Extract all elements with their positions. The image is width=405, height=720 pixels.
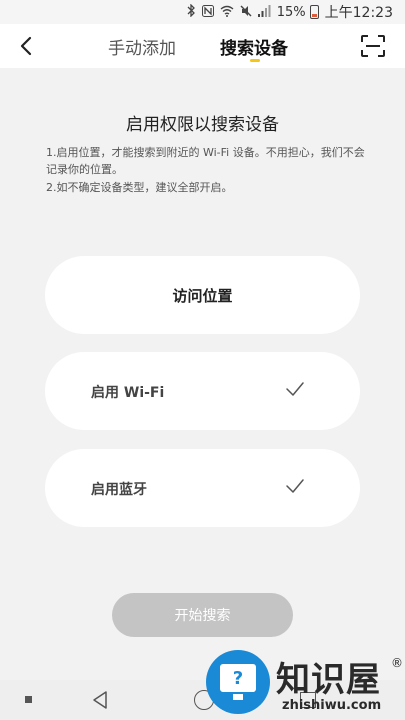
battery-icon <box>309 5 319 19</box>
registered-mark: ® <box>391 656 403 670</box>
active-tab-indicator <box>250 59 260 62</box>
mute-icon <box>240 5 252 20</box>
watermark-text: 知识屋 <box>276 660 381 700</box>
enable-bluetooth-label: 启用蓝牙 <box>91 482 147 498</box>
scan-button[interactable] <box>360 34 386 58</box>
back-button[interactable] <box>12 32 40 60</box>
wifi-icon <box>220 5 234 20</box>
nfc-icon <box>201 4 214 20</box>
page-title: 启用权限以搜索设备 <box>126 115 279 135</box>
nav-back-icon[interactable] <box>91 690 109 710</box>
recent-apps-icon[interactable] <box>25 696 32 703</box>
enable-wifi-item[interactable]: 启用 Wi-Fi <box>45 352 360 430</box>
question-icon: ? <box>220 664 256 692</box>
permission-description-1: 1.启用位置，才能搜索到附近的 Wi-Fi 设备。不用担心，我们不会记录你的位置… <box>46 146 365 176</box>
clock: 上午12:23 <box>324 5 393 21</box>
monitor-stand <box>233 694 243 700</box>
check-icon <box>286 479 304 493</box>
start-search-button[interactable]: 开始搜索 <box>112 593 293 637</box>
tab-manual-add[interactable]: 手动添加 <box>108 34 176 59</box>
chevron-left-icon <box>20 36 32 56</box>
battery-percent: 15% <box>276 4 306 20</box>
status-bar: 15% 上午12:23 <box>0 0 405 24</box>
scan-icon <box>361 35 385 57</box>
bluetooth-icon <box>187 3 196 20</box>
watermark-logo: ? <box>206 650 270 714</box>
permission-description-2: 2.如不确定设备类型，建议全部开启。 <box>46 181 233 194</box>
access-location-button[interactable]: 访问位置 <box>45 256 360 334</box>
watermark-url: zhishiwu.com <box>282 698 382 713</box>
enable-bluetooth-item[interactable]: 启用蓝牙 <box>45 449 360 527</box>
check-icon <box>286 382 304 396</box>
tab-search-device[interactable]: 搜索设备 <box>220 34 288 59</box>
top-header: 手动添加 搜索设备 <box>0 24 405 68</box>
access-location-label: 访问位置 <box>172 287 233 305</box>
signal-icon <box>257 4 271 20</box>
enable-wifi-label: 启用 Wi-Fi <box>91 385 165 401</box>
